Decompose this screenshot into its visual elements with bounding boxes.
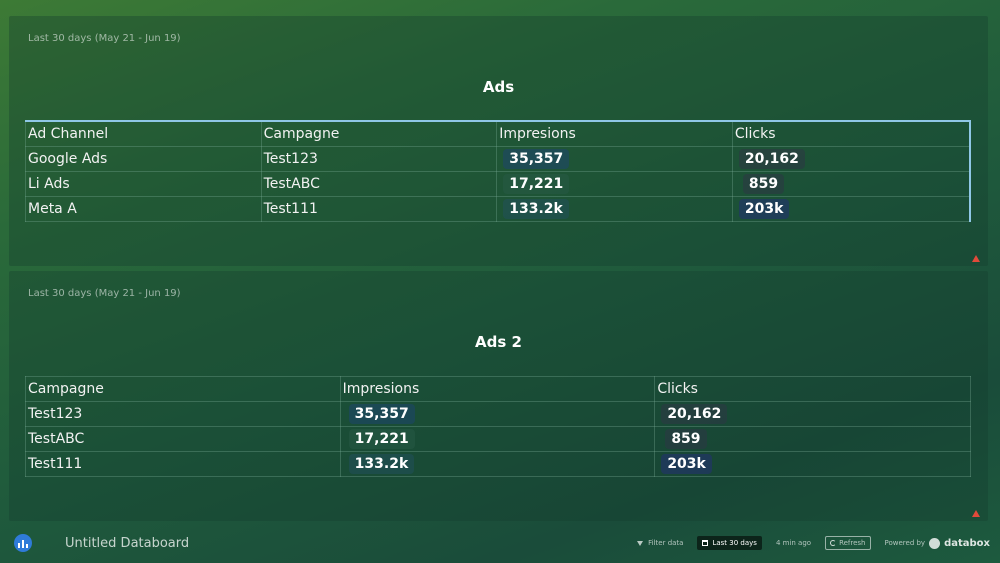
clicks-cell: 20,162 (654, 401, 971, 427)
clicks-value: 20,162 (738, 148, 805, 169)
impressions-cell: 17,221 (496, 170, 733, 197)
impressions-cell: 35,357 (339, 401, 656, 427)
clicks-cell: 20,162 (731, 145, 971, 172)
impressions-cell: 133.2k (496, 195, 733, 222)
campaign-cell: TestABC (25, 426, 341, 452)
impressions-value: 17,221 (348, 429, 415, 449)
refresh-label: Refresh (839, 539, 866, 547)
column-header[interactable]: Campagne (25, 376, 341, 402)
warning-icon[interactable] (972, 255, 980, 262)
impressions-cell: 17,221 (339, 426, 656, 452)
date-range-button[interactable]: Last 30 days (697, 536, 762, 550)
column-header[interactable]: Campagne (260, 120, 498, 147)
channel-cell: Google Ads (25, 145, 262, 172)
table-header-row: Ad Channel Campagne Impresions Clicks (25, 120, 971, 147)
calendar-icon (702, 540, 709, 546)
table-row: Test111 133.2k 203k (25, 451, 971, 477)
date-range-label: Last 30 days (May 21 - Jun 19) (28, 288, 181, 299)
panel-title: Ads (482, 78, 515, 96)
brand-name: databox (944, 537, 990, 549)
channel-cell: Meta A (25, 195, 262, 222)
impressions-cell: 35,357 (496, 145, 733, 172)
campaign-cell: Test123 (260, 145, 498, 172)
powered-by-label: Powered by (884, 539, 926, 547)
clicks-cell: 859 (654, 426, 971, 452)
table-row: Meta A Test111 133.2k 203k (25, 195, 971, 222)
campaign-cell: TestABC (260, 170, 498, 197)
table-header-row: Campagne Impresions Clicks (25, 376, 971, 402)
impressions-value: 17,221 (503, 173, 570, 194)
table-row: Test123 35,357 20,162 (25, 401, 971, 427)
column-header[interactable]: Impresions (339, 376, 656, 402)
table-row: TestABC 17,221 859 (25, 426, 971, 452)
ads-2-panel: Last 30 days (May 21 - Jun 19) Ads 2 Cam… (9, 271, 988, 521)
column-header[interactable]: Ad Channel (25, 120, 262, 147)
refresh-icon (830, 540, 837, 546)
campaign-cell: Test111 (25, 451, 341, 477)
impressions-cell: 133.2k (339, 451, 656, 477)
table-row: Google Ads Test123 35,357 20,162 (25, 145, 971, 172)
date-range-label: Last 30 days (May 21 - Jun 19) (28, 33, 181, 44)
clicks-cell: 203k (654, 451, 971, 477)
channel-cell: Li Ads (25, 170, 262, 197)
filter-data-button[interactable]: Filter data (637, 539, 683, 547)
refresh-button[interactable]: Refresh (825, 536, 871, 550)
panel-title: Ads 2 (475, 333, 522, 351)
clicks-value: 203k (738, 198, 790, 219)
ads-panel: Last 30 days (May 21 - Jun 19) Ads Ad Ch… (9, 16, 988, 266)
table-row: Li Ads TestABC 17,221 859 (25, 170, 971, 197)
clicks-value: 20,162 (661, 404, 728, 424)
impressions-value: 133.2k (348, 454, 415, 474)
warning-icon[interactable] (972, 510, 980, 517)
campaign-cell: Test123 (25, 401, 341, 427)
column-header[interactable]: Impresions (496, 120, 733, 147)
updated-time: 4 min ago (775, 539, 812, 547)
impressions-value: 35,357 (503, 148, 570, 169)
clicks-cell: 203k (731, 195, 971, 222)
ads-2-table: Campagne Impresions Clicks Test123 35,35… (25, 376, 971, 477)
column-header[interactable]: Clicks (654, 376, 971, 402)
filter-label: Filter data (648, 539, 684, 547)
filter-icon (637, 540, 644, 546)
impressions-value: 35,357 (348, 404, 415, 424)
powered-by[interactable]: Powered by databox (884, 537, 990, 549)
impressions-value: 133.2k (503, 198, 569, 219)
databox-logo-icon[interactable] (14, 534, 32, 552)
date-range-label: Last 30 days (712, 539, 757, 547)
footer-bar: Untitled Databoard Filter data Last 30 d… (0, 523, 1000, 563)
databoard-title[interactable]: Untitled Databoard (65, 536, 189, 551)
column-header[interactable]: Clicks (731, 120, 971, 147)
databox-brand-icon (929, 537, 941, 549)
clicks-value: 859 (742, 173, 785, 194)
clicks-value: 859 (665, 429, 707, 449)
ads-table: Ad Channel Campagne Impresions Clicks Go… (25, 120, 971, 222)
clicks-value: 203k (661, 454, 712, 474)
footer-controls: Filter data Last 30 days 4 min ago Refre… (637, 536, 990, 550)
campaign-cell: Test111 (260, 195, 498, 222)
clicks-cell: 859 (731, 170, 971, 197)
